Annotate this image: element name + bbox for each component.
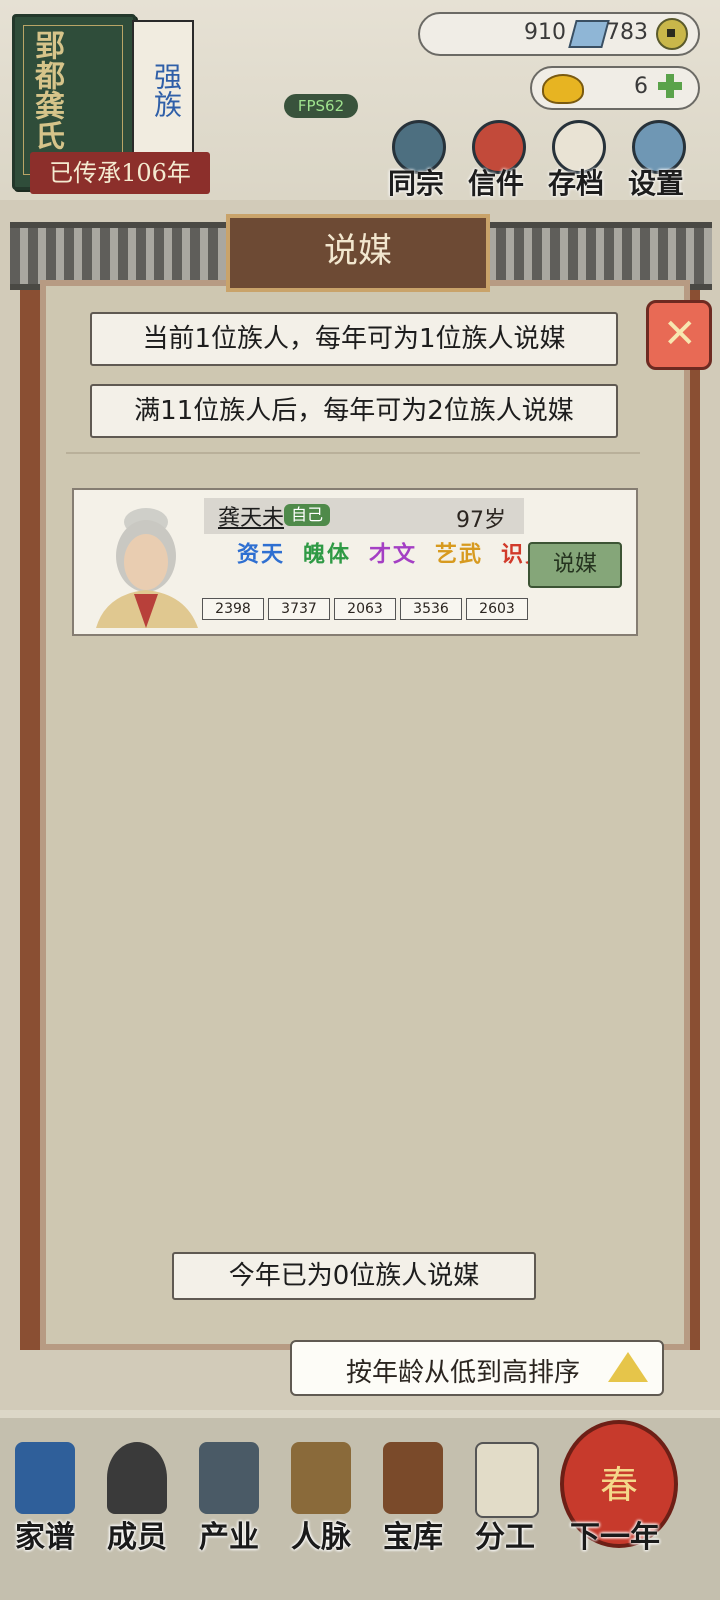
gold-ingot-icon	[542, 74, 584, 104]
resource-b-value: 783	[606, 20, 648, 45]
divider	[66, 452, 640, 464]
add-gold-icon[interactable]	[656, 72, 684, 100]
close-icon: ✕	[663, 311, 697, 357]
ticket-icon	[568, 20, 610, 48]
lantern-icon: 春	[599, 1463, 638, 1507]
sort-label: 按年龄从低到高排序	[346, 1358, 581, 1388]
matchmake-status: 今年已为0位族人说媒	[172, 1252, 536, 1300]
gold-value: 6	[634, 74, 648, 99]
nav-label: 设置	[627, 167, 684, 200]
attr-label: 武艺	[431, 542, 481, 564]
attr-value: 2063	[334, 598, 396, 620]
bottom-network[interactable]: 人脉	[276, 1442, 366, 1562]
nav-letter-button[interactable]: 信件	[460, 120, 532, 200]
attr-label: 文才	[365, 542, 415, 564]
chest-icon	[383, 1442, 443, 1514]
matchmake-button[interactable]: 说媒	[528, 542, 622, 588]
nav-save-button[interactable]: 存档	[540, 120, 612, 200]
attr-label: 天资	[233, 542, 283, 564]
attr-value: 2603	[466, 598, 528, 620]
book-icon	[15, 1442, 75, 1514]
fps-counter: FPS62	[284, 94, 358, 118]
attr-value: 3737	[268, 598, 330, 620]
nav-label: 同宗	[387, 167, 444, 200]
person-icon	[107, 1442, 167, 1514]
member-name[interactable]: 龚天未	[218, 500, 284, 532]
bottom-members[interactable]: 成员	[92, 1442, 182, 1562]
bottom-label: 人脉	[291, 1520, 351, 1555]
gold-bar: 6	[530, 66, 700, 110]
info-future: 满11位族人后，每年可为2位族人说媒	[90, 384, 618, 438]
scroll-icon	[475, 1442, 539, 1518]
triangle-up-icon	[608, 1352, 648, 1382]
dialog-panel	[40, 280, 690, 1350]
coin-icon	[656, 18, 688, 50]
bottom-label: 家谱	[15, 1520, 75, 1555]
bottom-industry[interactable]: 产业	[184, 1442, 274, 1562]
next-year-label[interactable]: 下一年	[560, 1512, 670, 1556]
self-badge: 自己	[284, 504, 330, 526]
network-icon	[291, 1442, 351, 1514]
dialog-title: 说媒	[226, 214, 490, 292]
resource-a-value: 910	[524, 20, 566, 45]
inheritance-ribbon: 已传承106年	[30, 152, 210, 194]
bottom-label: 产业	[199, 1520, 259, 1555]
member-age: 97岁	[456, 508, 506, 533]
member-name-bar: 龚天未 自己 97岁	[204, 498, 524, 534]
bottom-treasury[interactable]: 宝库	[368, 1442, 458, 1562]
nav-label: 信件	[467, 167, 524, 200]
member-card[interactable]: 龚天未 自己 97岁 天资 2398 体魄 3737 文才 2063 武艺 35…	[72, 488, 638, 636]
avatar	[96, 508, 198, 628]
bottom-label: 宝库	[383, 1520, 443, 1555]
bottom-label: 分工	[475, 1520, 535, 1555]
bottom-label: 成员	[107, 1520, 167, 1555]
attr-value: 2398	[202, 598, 264, 620]
clan-rank-book: 强族	[132, 20, 194, 174]
nav-settings-button[interactable]: 设置	[620, 120, 692, 200]
clan-book-title: 郢都龚氏	[29, 30, 64, 150]
close-button[interactable]: ✕	[646, 300, 712, 370]
building-icon	[199, 1442, 259, 1514]
attr-value: 3536	[400, 598, 462, 620]
bottom-division[interactable]: 分工	[460, 1442, 550, 1562]
nav-clan-button[interactable]: 同宗	[380, 120, 452, 200]
bottom-genealogy[interactable]: 家谱	[0, 1442, 90, 1562]
nav-label: 存档	[547, 167, 604, 200]
clan-rank-label: 强族	[150, 62, 183, 118]
sort-toggle[interactable]: 按年龄从低到高排序	[290, 1340, 664, 1396]
resource-bar: 910 783	[418, 12, 700, 56]
info-current: 当前1位族人，每年可为1位族人说媒	[90, 312, 618, 366]
attr-label: 体魄	[299, 542, 349, 564]
